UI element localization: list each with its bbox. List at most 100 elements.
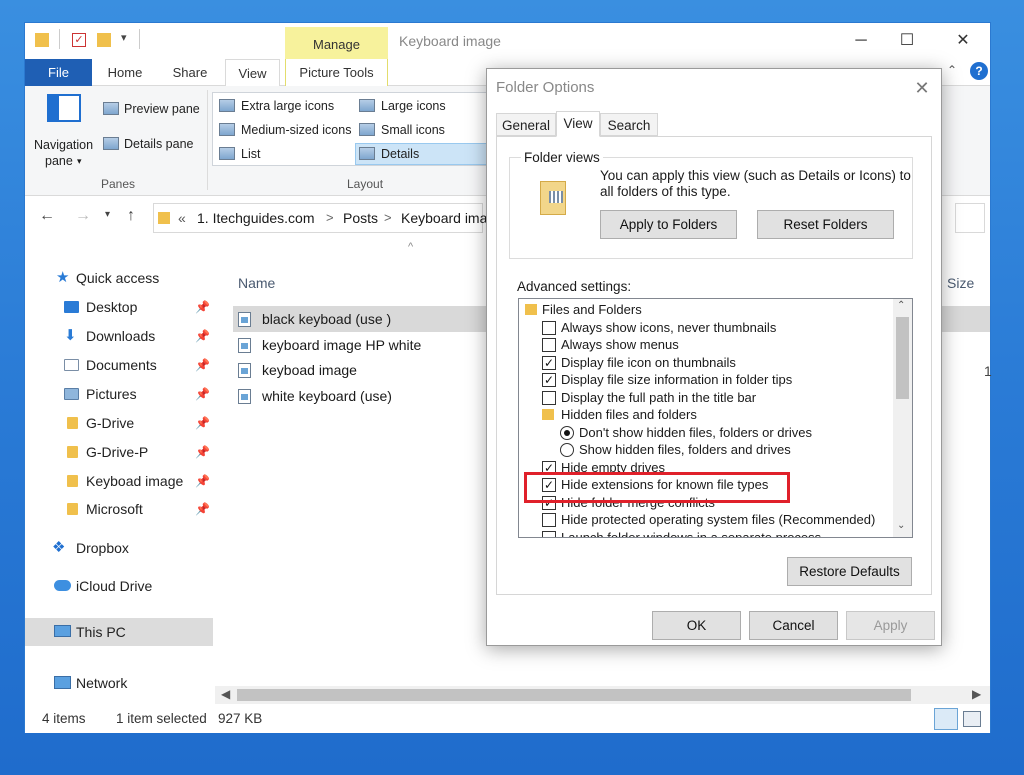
- horizontal-scrollbar[interactable]: ◀ ▶: [215, 686, 990, 704]
- image-file-icon: [238, 338, 251, 353]
- tab-picture-tools[interactable]: Picture Tools: [285, 59, 388, 86]
- scrollbar-thumb[interactable]: [237, 689, 911, 701]
- customize-qat-icon[interactable]: ▾: [121, 31, 127, 44]
- collapse-ribbon-icon[interactable]: ⌃: [947, 63, 957, 77]
- scroll-up-icon[interactable]: ⌃: [897, 300, 905, 311]
- properties-icon[interactable]: ✓: [72, 33, 86, 47]
- medium-icons-option[interactable]: Medium-sized icons: [241, 123, 351, 137]
- checkbox-checked[interactable]: ✓: [542, 355, 556, 370]
- tab-view[interactable]: View: [556, 111, 600, 137]
- large-icons-option[interactable]: Large icons: [381, 99, 446, 113]
- preview-pane-button[interactable]: Preview pane: [124, 102, 200, 116]
- pin-icon[interactable]: 📌: [195, 439, 210, 465]
- crumb-posts[interactable]: Posts: [343, 210, 378, 226]
- column-header-size[interactable]: Size: [947, 275, 974, 291]
- extra-large-icons-option[interactable]: Extra large icons: [241, 99, 334, 113]
- new-folder-icon[interactable]: [97, 33, 111, 47]
- checkbox-unchecked[interactable]: [542, 320, 556, 335]
- navigation-pane-label-2[interactable]: pane: [45, 154, 73, 168]
- forward-icon[interactable]: →: [75, 207, 91, 225]
- file-row[interactable]: keyboard image HP white: [231, 333, 471, 358]
- nav-dropbox[interactable]: ❖ Dropbox: [25, 535, 213, 561]
- pin-icon[interactable]: 📌: [195, 468, 210, 494]
- overflow-chevron[interactable]: «: [178, 210, 186, 226]
- radio-unselected[interactable]: [560, 443, 574, 457]
- tab-home[interactable]: Home: [99, 59, 151, 86]
- nav-downloads[interactable]: ⬇ Downloads 📌: [25, 323, 213, 349]
- crumb-itechguides[interactable]: 1. Itechguides.com: [197, 210, 315, 226]
- preview-pane-icon: [103, 102, 119, 115]
- minimize-button[interactable]: ─: [838, 25, 884, 57]
- scrollbar-thumb[interactable]: [896, 317, 909, 399]
- nav-g-drive-p[interactable]: G-Drive-P 📌: [25, 439, 213, 465]
- close-button[interactable]: ✕: [940, 25, 986, 57]
- crumb-keyboard-image[interactable]: Keyboard ima: [401, 210, 487, 226]
- details-option[interactable]: Details: [381, 147, 419, 161]
- up-icon[interactable]: ↑: [127, 207, 135, 225]
- checkbox-checked[interactable]: ✓: [542, 373, 556, 387]
- tab-search[interactable]: Search: [600, 113, 658, 136]
- pin-icon[interactable]: 📌: [195, 410, 210, 436]
- recent-locations-icon[interactable]: ▾: [105, 209, 110, 220]
- ok-button[interactable]: OK: [652, 611, 741, 640]
- file-row[interactable]: white keyboard (use): [231, 384, 471, 409]
- crumb-separator: >: [326, 210, 334, 225]
- nav-microsoft[interactable]: Microsoft 📌: [25, 496, 213, 522]
- tab-file[interactable]: File: [25, 59, 92, 86]
- checkbox-unchecked[interactable]: [542, 338, 556, 352]
- list-icon: [219, 147, 235, 160]
- nav-quick-access[interactable]: ★ Quick access: [25, 265, 213, 291]
- tab-view[interactable]: View: [225, 59, 280, 87]
- nav-desktop[interactable]: Desktop 📌: [25, 294, 213, 320]
- help-icon[interactable]: ?: [970, 62, 988, 80]
- checkbox-unchecked[interactable]: [542, 390, 556, 405]
- nav-g-drive[interactable]: G-Drive 📌: [25, 410, 213, 436]
- navigation-pane-icon[interactable]: [47, 94, 81, 122]
- pin-icon[interactable]: 📌: [195, 323, 210, 349]
- nav-this-pc[interactable]: This PC: [25, 618, 213, 646]
- reset-folders-button[interactable]: Reset Folders: [757, 210, 894, 239]
- folder-views-label: Folder views: [521, 150, 603, 165]
- radio-selected[interactable]: [560, 425, 574, 440]
- list-option[interactable]: List: [241, 147, 260, 161]
- pin-icon[interactable]: 📌: [195, 352, 210, 378]
- scroll-down-icon[interactable]: ⌄: [897, 520, 905, 531]
- apply-button[interactable]: Apply: [846, 611, 935, 640]
- nav-icloud-drive[interactable]: iCloud Drive: [25, 573, 213, 599]
- nav-keyboad-image[interactable]: Keyboad image 📌: [25, 468, 213, 494]
- column-header-name[interactable]: Name: [238, 275, 275, 291]
- address-bar[interactable]: « 1. Itechguides.com > Posts > Keyboard …: [153, 203, 487, 233]
- navigation-pane-label[interactable]: Navigation: [34, 138, 93, 152]
- maximize-button[interactable]: ☐: [884, 25, 930, 57]
- folder-icon: [67, 475, 78, 487]
- cancel-button[interactable]: Cancel: [749, 611, 838, 640]
- pin-icon[interactable]: 📌: [195, 381, 210, 407]
- layout-group-label: Layout: [347, 177, 384, 191]
- nav-pictures[interactable]: Pictures 📌: [25, 381, 213, 407]
- details-view-icon[interactable]: [934, 708, 958, 730]
- file-row[interactable]: keyboad image: [231, 358, 471, 383]
- search-box[interactable]: [955, 203, 985, 233]
- nav-documents[interactable]: Documents 📌: [25, 352, 213, 378]
- advanced-list-scrollbar[interactable]: ⌃ ⌄: [893, 299, 912, 537]
- restore-defaults-button[interactable]: Restore Defaults: [787, 557, 912, 586]
- tab-share[interactable]: Share: [164, 59, 216, 86]
- details-pane-button[interactable]: Details pane: [124, 137, 194, 151]
- apply-to-folders-button[interactable]: Apply to Folders: [600, 210, 737, 239]
- tab-general[interactable]: General: [496, 113, 556, 136]
- back-icon[interactable]: ←: [39, 207, 55, 225]
- scroll-right-icon[interactable]: ▶: [972, 687, 981, 701]
- checkbox-unchecked[interactable]: [542, 513, 556, 527]
- file-row[interactable]: black keyboad (use ): [231, 307, 471, 332]
- highlight-annotation-box: [524, 472, 790, 503]
- details-option-selected[interactable]: [355, 143, 491, 165]
- manage-tab[interactable]: Manage: [285, 27, 388, 59]
- pin-icon[interactable]: 📌: [195, 496, 210, 522]
- pin-icon[interactable]: 📌: [195, 294, 210, 320]
- dialog-close-icon[interactable]: ✕: [907, 75, 937, 101]
- scroll-left-icon[interactable]: ◀: [221, 687, 230, 701]
- checkbox-unchecked[interactable]: [542, 530, 556, 537]
- nav-network[interactable]: Network: [25, 670, 213, 696]
- small-icons-option[interactable]: Small icons: [381, 123, 445, 137]
- large-icons-view-icon[interactable]: [963, 711, 981, 727]
